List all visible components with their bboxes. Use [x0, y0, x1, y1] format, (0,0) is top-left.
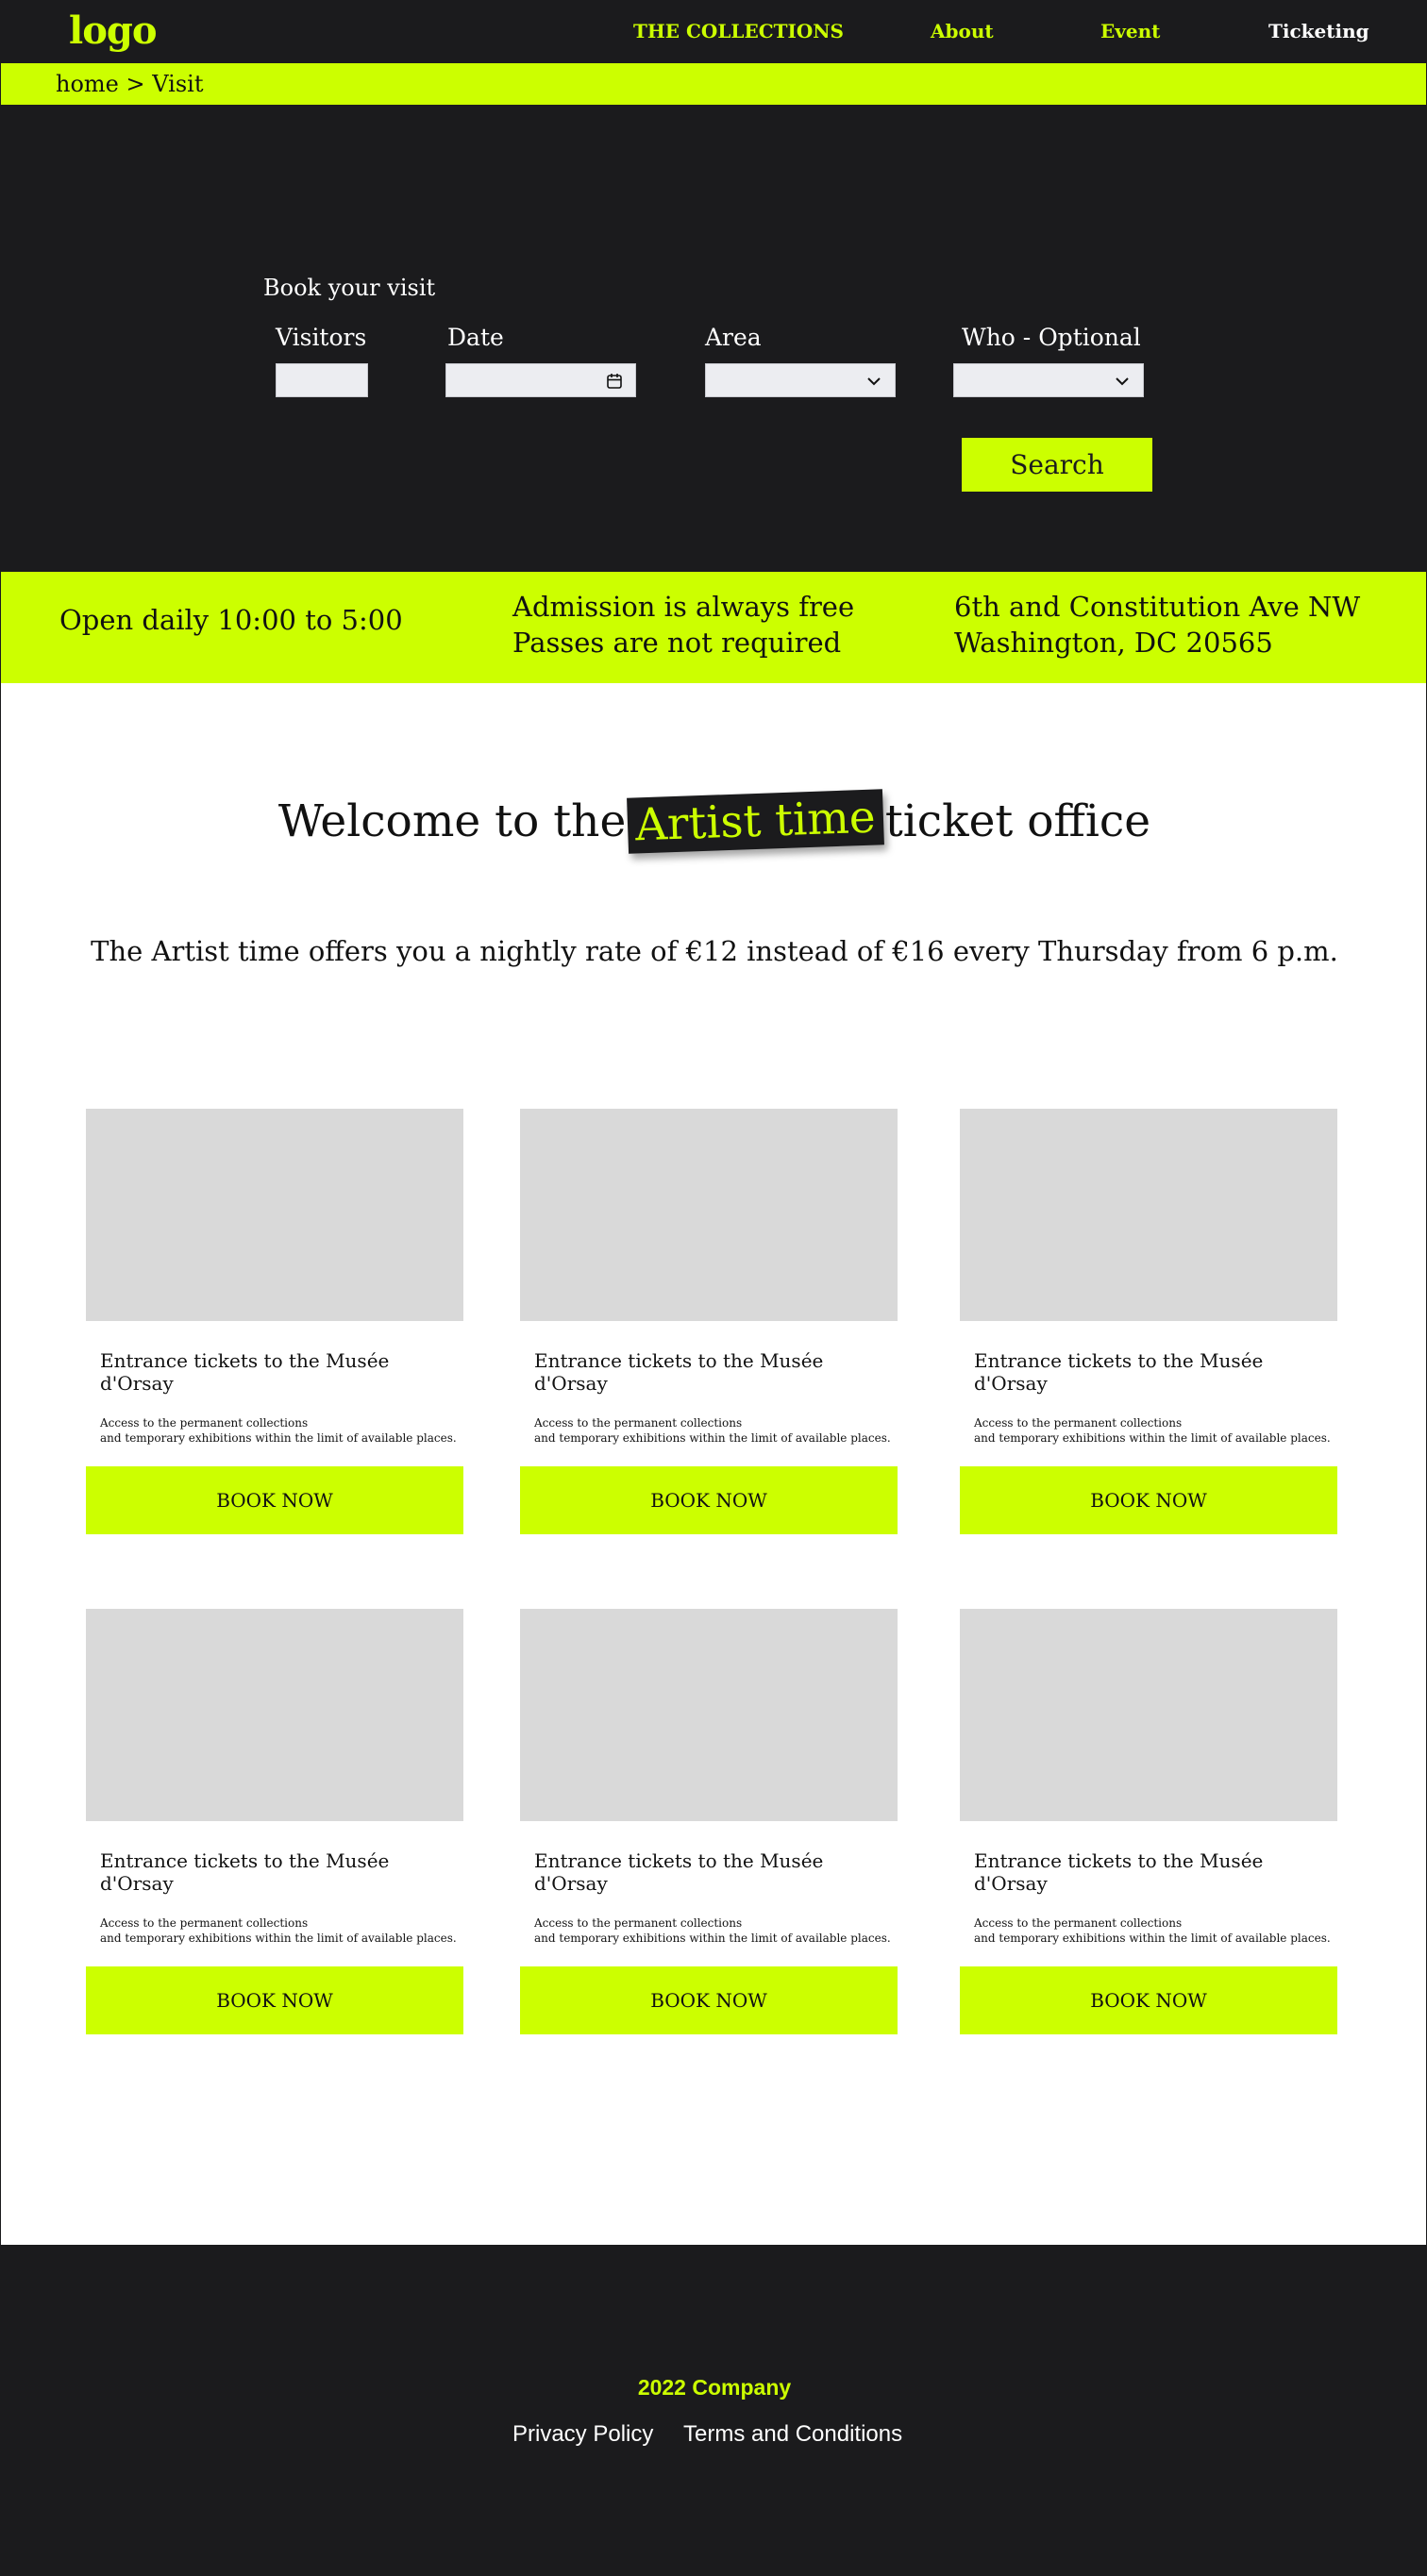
card-title: Entrance tickets to the Musée d'Orsay: [974, 1849, 1264, 1895]
visitors-input[interactable]: [276, 363, 368, 397]
booking-heading: Book your visit: [263, 275, 436, 301]
ticket-card: Entrance tickets to the Musée d'Orsay Ac…: [960, 1109, 1337, 1534]
welcome-heading: Welcome to the Artist time ticket office: [1, 789, 1426, 854]
chevron-down-icon: [1116, 377, 1129, 386]
ticket-card: Entrance tickets to the Musée d'Orsay Ac…: [520, 1109, 898, 1534]
nav-link-event[interactable]: Event: [1100, 20, 1160, 42]
card-description: Access to the permanent collections and …: [100, 1416, 457, 1445]
ticket-card: Entrance tickets to the Musée d'Orsay Ac…: [520, 1609, 898, 2034]
card-image: [86, 1109, 463, 1321]
search-button[interactable]: Search: [962, 438, 1152, 492]
card-description: Access to the permanent collections and …: [100, 1916, 457, 1945]
card-title: Entrance tickets to the Musée d'Orsay: [974, 1349, 1264, 1395]
footer: 2022 Company Privacy Policy Terms and Co…: [1, 2245, 1426, 2575]
footer-company: 2022 Company: [637, 2375, 792, 2400]
area-select[interactable]: [705, 363, 896, 397]
nav-link-about[interactable]: About: [931, 20, 994, 42]
top-nav: logo THE COLLECTIONS About Event Ticketi…: [1, 1, 1426, 63]
breadcrumb-text[interactable]: home > Visit: [56, 71, 203, 97]
calendar-icon[interactable]: [605, 372, 624, 391]
nav-link-ticketing[interactable]: Ticketing: [1268, 20, 1369, 42]
info-band: Open daily 10:00 to 5:00 Admission is al…: [1, 572, 1426, 683]
privacy-policy-link[interactable]: Privacy Policy: [512, 2421, 653, 2448]
card-title: Entrance tickets to the Musée d'Orsay: [100, 1349, 390, 1395]
booking-panel: Book your visit Visitors Date Area Who -…: [1, 105, 1426, 572]
page: logo THE COLLECTIONS About Event Ticketi…: [0, 0, 1427, 2576]
card-title: Entrance tickets to the Musée d'Orsay: [100, 1849, 390, 1895]
card-description: Access to the permanent collections and …: [974, 1916, 1331, 1945]
date-input[interactable]: [445, 363, 636, 397]
who-select[interactable]: [953, 363, 1144, 397]
area-label: Area: [705, 324, 762, 351]
card-title: Entrance tickets to the Musée d'Orsay: [534, 1349, 824, 1395]
card-title: Entrance tickets to the Musée d'Orsay: [534, 1849, 824, 1895]
date-label: Date: [447, 324, 504, 351]
ticket-card: Entrance tickets to the Musée d'Orsay Ac…: [960, 1609, 1337, 2034]
artist-time-highlight: Artist time: [627, 789, 884, 854]
ticket-card: Entrance tickets to the Musée d'Orsay Ac…: [86, 1109, 463, 1534]
who-label: Who - Optional: [962, 324, 1141, 351]
visitors-label: Visitors: [276, 324, 367, 351]
logo[interactable]: logo: [69, 8, 158, 53]
nav-link-collections[interactable]: THE COLLECTIONS: [633, 20, 844, 42]
book-now-button[interactable]: BOOK NOW: [520, 1466, 898, 1534]
breadcrumb: home > Visit: [1, 63, 1426, 105]
opening-hours: Open daily 10:00 to 5:00: [59, 604, 403, 636]
card-image: [86, 1609, 463, 1821]
card-image: [520, 1109, 898, 1321]
book-now-button[interactable]: BOOK NOW: [86, 1966, 463, 2034]
book-now-button[interactable]: BOOK NOW: [960, 1966, 1337, 2034]
card-description: Access to the permanent collections and …: [534, 1916, 891, 1945]
card-image: [960, 1609, 1337, 1821]
book-now-button[interactable]: BOOK NOW: [86, 1466, 463, 1534]
card-image: [520, 1609, 898, 1821]
chevron-down-icon: [867, 377, 881, 386]
admission-info: Admission is always free Passes are not …: [512, 591, 855, 659]
offer-text: The Artist time offers you a nightly rat…: [91, 935, 1338, 967]
ticket-card: Entrance tickets to the Musée d'Orsay Ac…: [86, 1609, 463, 2034]
card-image: [960, 1109, 1337, 1321]
card-description: Access to the permanent collections and …: [974, 1416, 1331, 1445]
card-description: Access to the permanent collections and …: [534, 1416, 891, 1445]
book-now-button[interactable]: BOOK NOW: [960, 1466, 1337, 1534]
book-now-button[interactable]: BOOK NOW: [520, 1966, 898, 2034]
terms-link[interactable]: Terms and Conditions: [683, 2421, 902, 2448]
address: 6th and Constitution Ave NW Washington, …: [954, 591, 1361, 659]
